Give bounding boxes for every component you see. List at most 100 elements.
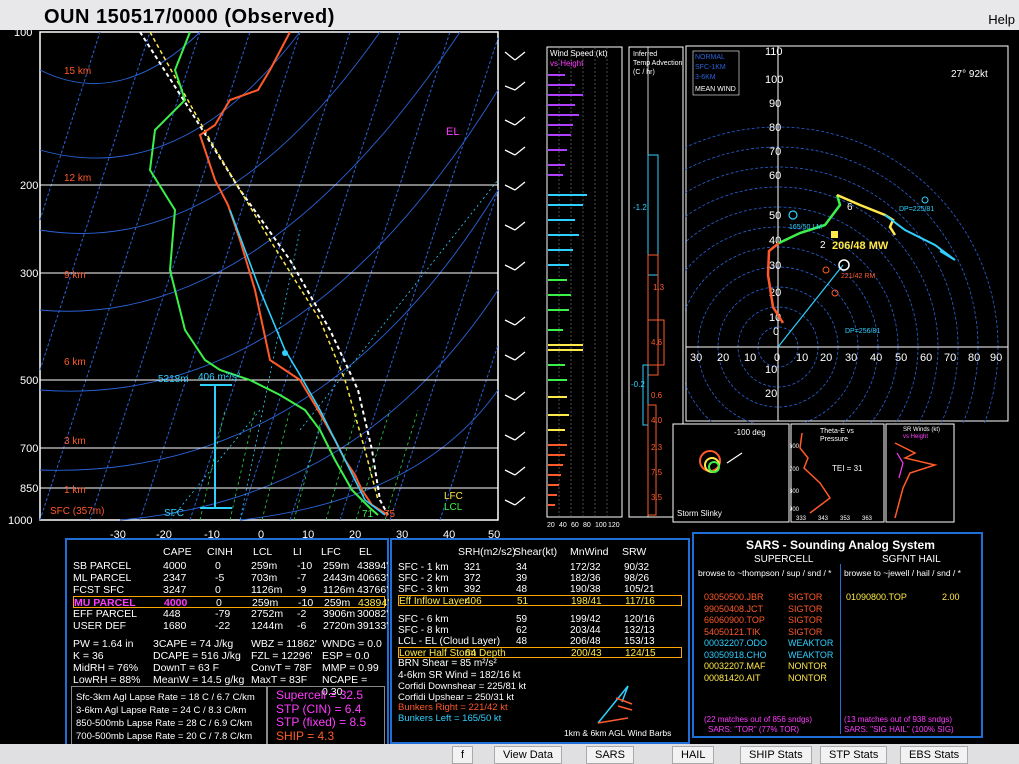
parcel-el: 30082' xyxy=(357,608,389,620)
parcel-lcl: 1244m xyxy=(251,620,284,632)
svg-text:0: 0 xyxy=(773,326,779,338)
kinematic-row[interactable]: SFC - 1 km 321 34 172/32 90/32 xyxy=(398,562,682,573)
slinky-deg: -100 deg xyxy=(734,428,766,437)
sars-sup-match[interactable]: 00032207.ODO WEAKTOR xyxy=(704,638,834,649)
parcel-row[interactable]: EFF PARCEL 448 -79 2752m -2 3906m 30082' xyxy=(73,608,389,620)
sars-cat: WEAKTOR xyxy=(788,649,834,660)
parcel-el: 40663' xyxy=(357,572,389,584)
svg-text:40: 40 xyxy=(559,522,567,529)
kinematic-row[interactable]: LCL - EL (Cloud Layer) 48 206/48 153/13 xyxy=(398,636,682,647)
svg-text:10: 10 xyxy=(744,352,756,364)
hdr-srh: SRH(m2/s2) xyxy=(458,546,516,558)
parcel-row[interactable]: USER DEF 1680 -22 1244m -6 2720m 39133' xyxy=(73,620,388,632)
kinematic-row[interactable]: SFC - 8 km 62 203/44 132/13 xyxy=(398,625,682,636)
kinematic-row[interactable]: Eff Inflow Layer 406 51 198/41 117/16 xyxy=(398,595,682,607)
sars-sup-match[interactable]: 00032207.MAF NONTOR xyxy=(704,661,834,672)
svg-text:30: 30 xyxy=(690,352,702,364)
3cape: 3CAPE = 74 J/kg xyxy=(153,638,234,650)
parcel-cape: 2347 xyxy=(163,572,187,584)
sr-winds-panel: SR Winds (kt) vs Height xyxy=(885,423,955,523)
srh-406: 406 m²/s² xyxy=(198,372,241,383)
hail-title: SGFNT HAIL xyxy=(882,554,941,565)
kinematic-row[interactable]: SFC - 3 km 392 48 190/38 105/21 xyxy=(398,584,682,595)
svg-text:15 km: 15 km xyxy=(64,66,91,77)
svg-text:60: 60 xyxy=(571,522,579,529)
ship: SHIP = 4.3 xyxy=(276,728,335,743)
sharppy-screen: OUN 150517/0000 (Observed) Help 100 200 … xyxy=(0,0,1019,764)
svg-text:1 km: 1 km xyxy=(64,485,86,496)
kinematic-row[interactable]: SFC - 2 km 372 39 182/36 98/26 xyxy=(398,573,682,584)
parcel-name: USER DEF xyxy=(73,620,127,632)
sfc-label: SFC xyxy=(164,508,184,519)
skewt-panel[interactable]: 100 200 300 500 700 850 1000 15 km 12 km… xyxy=(0,30,545,550)
midrh: MidRH = 76% xyxy=(73,662,139,674)
parcel-row[interactable]: FCST SFC 3247 0 1126m -9 1126m 43766' xyxy=(73,584,388,596)
parcel-cinh: -22 xyxy=(215,620,231,632)
sars-sup-match[interactable]: 66060900.TOP SIGTOR xyxy=(704,615,834,626)
sars-sup-match[interactable]: 54050121.TIK SIGTOR xyxy=(704,627,834,638)
parcel-row[interactable]: ML PARCEL 2347 -5 703m -7 2443m 40663' xyxy=(73,572,389,584)
svg-text:7.5: 7.5 xyxy=(651,468,663,477)
parcel-lfc: 2443m xyxy=(323,572,356,584)
sars-sup-match[interactable]: 99050408.JCT SIGTOR xyxy=(704,604,834,615)
downt: DownT = 63 F xyxy=(153,662,220,674)
kin-shear: 51 xyxy=(517,596,529,607)
btn-hail[interactable]: HAIL xyxy=(672,746,715,764)
sars-sup-match[interactable]: 00081420.AIT NONTOR xyxy=(704,673,834,684)
kin-name: Eff Inflow Layer xyxy=(399,596,468,607)
svg-text:353: 353 xyxy=(840,516,851,522)
level-marker xyxy=(282,350,288,356)
parcel-lcl: 259m xyxy=(251,560,278,572)
help-menu[interactable]: Help xyxy=(988,12,1015,27)
svg-text:110: 110 xyxy=(765,46,783,58)
hodo-num-2: 2 xyxy=(820,240,826,251)
svg-text:4.6: 4.6 xyxy=(651,338,663,347)
parcel-row[interactable]: MU PARCEL 4000 0 259m -10 259m 43894' xyxy=(73,596,389,609)
lapse-box: Sfc-3km Agl Lapse Rate = 18 C / 6.7 C/km… xyxy=(71,686,267,746)
pw: PW = 1.64 in xyxy=(73,638,134,650)
sars-sup-match[interactable]: 03050918.CHO WEAKTOR xyxy=(704,650,834,661)
hail-summary-1: (13 matches out of 938 sndgs) xyxy=(844,715,953,724)
wind-axis: 20 40 60 80 100 120 xyxy=(547,522,620,529)
t-sfc: 75 xyxy=(384,509,396,520)
btn-stp-stats[interactable]: STP Stats xyxy=(820,746,888,764)
sars-hail-match[interactable]: 01090800.TOP 2.00 xyxy=(846,592,976,603)
svg-text:30: 30 xyxy=(845,352,857,364)
kinematic-row[interactable]: Lower Half Storm Depth 64 200/43 124/15 xyxy=(398,647,682,659)
sars-id: 03050500.JBR xyxy=(704,592,764,602)
supercell-title: SUPERCELL xyxy=(754,554,814,565)
parcel-row[interactable]: SB PARCEL 4000 0 259m -10 259m 43894' xyxy=(73,560,389,572)
parcel-lcl: 2752m xyxy=(251,608,284,620)
btn-f[interactable]: f xyxy=(452,746,474,764)
sars-cat: WEAKTOR xyxy=(788,638,834,648)
p-label: 100 xyxy=(14,30,32,39)
lcl-label: LCL xyxy=(444,502,463,513)
browse-hail[interactable]: browse to ~jewell / hail / snd / * xyxy=(844,568,961,578)
hodograph-panel[interactable]: 110 100 90 80 70 60 50 40 30 20 10 0 30 … xyxy=(685,45,1010,423)
browse-sup[interactable]: browse to ~thompson / sup / snd / * xyxy=(698,568,831,578)
theta-e-panel: Theta-E vs Pressure TEI = 31 600 700 800… xyxy=(790,423,885,523)
parcel-el: 43894' xyxy=(357,560,389,572)
svg-text:343: 343 xyxy=(818,516,829,522)
thetae-title: Theta-E vs xyxy=(820,428,854,435)
svg-text:SFC (357m): SFC (357m) xyxy=(50,506,104,517)
stp-fixed: STP (fixed) = 8.5 xyxy=(276,715,367,729)
lapse-850500: 850-500mb Lapse Rate = 28 C / 6.9 C/km xyxy=(76,718,253,729)
svg-text:4.0: 4.0 xyxy=(651,416,663,425)
parcel-name: EFF PARCEL xyxy=(73,608,137,620)
maxt: MaxT = 83F xyxy=(251,674,308,686)
parcel-lcl: 1126m xyxy=(251,584,283,596)
svg-text:0.6: 0.6 xyxy=(651,391,663,400)
svg-text:50: 50 xyxy=(769,210,781,222)
brn-shear: BRN Shear = 85 m²/s² xyxy=(398,658,497,669)
stp-cin: STP (CIN) = 6.4 xyxy=(276,701,362,716)
kinematic-row[interactable]: SFC - 6 km 59 199/42 120/16 xyxy=(398,614,682,625)
p-label: 200 xyxy=(20,180,38,192)
btn-view-data[interactable]: View Data xyxy=(494,746,562,764)
svg-text:0: 0 xyxy=(774,352,780,364)
sars-sup-match[interactable]: 03050500.JBR SIGTOR xyxy=(704,592,834,603)
btn-sars[interactable]: SARS xyxy=(586,746,634,764)
svg-text:2.3: 2.3 xyxy=(651,443,663,452)
btn-ebs-stats[interactable]: EBS Stats xyxy=(900,746,969,764)
btn-ship-stats[interactable]: SHIP Stats xyxy=(740,746,812,764)
